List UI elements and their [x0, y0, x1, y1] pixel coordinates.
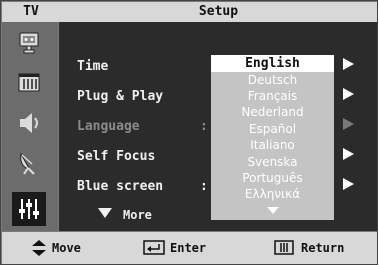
menu-item-language[interactable]: Language — [77, 119, 140, 134]
setup-equalizer-icon[interactable] — [12, 192, 46, 226]
enter-icon — [143, 240, 165, 255]
footer-bar: Move Enter Return — [2, 232, 377, 264]
page-title: Setup — [198, 4, 239, 19]
footer-move-label: Move — [52, 241, 81, 255]
tv-label: TV — [23, 4, 39, 19]
menu-item-language-colon: : — [200, 119, 208, 134]
picture-icon[interactable] — [14, 28, 44, 58]
menu-item-time[interactable]: Time — [77, 59, 108, 74]
menu-item-self-focus[interactable]: Self Focus — [77, 149, 155, 164]
antenna-icon[interactable] — [14, 148, 44, 178]
setup-menu: Time Plug & Play Language : Self Focus B… — [59, 22, 377, 231]
language-option[interactable]: Português — [211, 171, 334, 185]
language-option[interactable]: Español — [211, 122, 334, 136]
more-button[interactable]: More — [123, 208, 152, 222]
tv-osd-window: TV Setup Time Plug & Play Language: Sel… — [0, 0, 378, 265]
submenu-arrow-icon — [343, 148, 354, 160]
menu-item-plug-and-play[interactable]: Plug & Play — [77, 89, 163, 104]
scroll-down-icon[interactable] — [267, 207, 279, 215]
more-down-arrow-icon — [98, 208, 112, 218]
menu-item-blue-screen-colon: : — [200, 179, 208, 194]
header-bar: TV Setup — [2, 2, 377, 22]
language-option[interactable]: Deutsch — [211, 73, 334, 87]
sidebar — [2, 22, 58, 231]
channel-icon[interactable] — [14, 68, 44, 98]
submenu-arrow-icon — [343, 58, 354, 70]
language-option[interactable]: Nederland — [211, 105, 334, 119]
language-option-selected[interactable]: English — [211, 56, 334, 71]
return-menu-icon — [274, 240, 294, 255]
move-arrows-icon — [32, 240, 46, 256]
language-dropdown[interactable]: English Deutsch Français Nederland Españ… — [211, 55, 334, 220]
sound-icon[interactable] — [14, 108, 44, 138]
footer-enter-label: Enter — [170, 241, 207, 255]
language-option[interactable]: Svenska — [211, 155, 334, 169]
language-option[interactable]: Français — [211, 89, 334, 103]
language-option[interactable]: Ελληνικά — [211, 187, 334, 201]
menu-item-blue-screen[interactable]: Blue screen — [77, 179, 163, 194]
submenu-arrow-icon — [343, 88, 354, 100]
language-option[interactable]: Italiano — [211, 138, 334, 152]
footer-return-label: Return — [301, 241, 345, 255]
submenu-arrow-icon — [343, 118, 354, 130]
submenu-arrow-icon — [343, 178, 354, 190]
